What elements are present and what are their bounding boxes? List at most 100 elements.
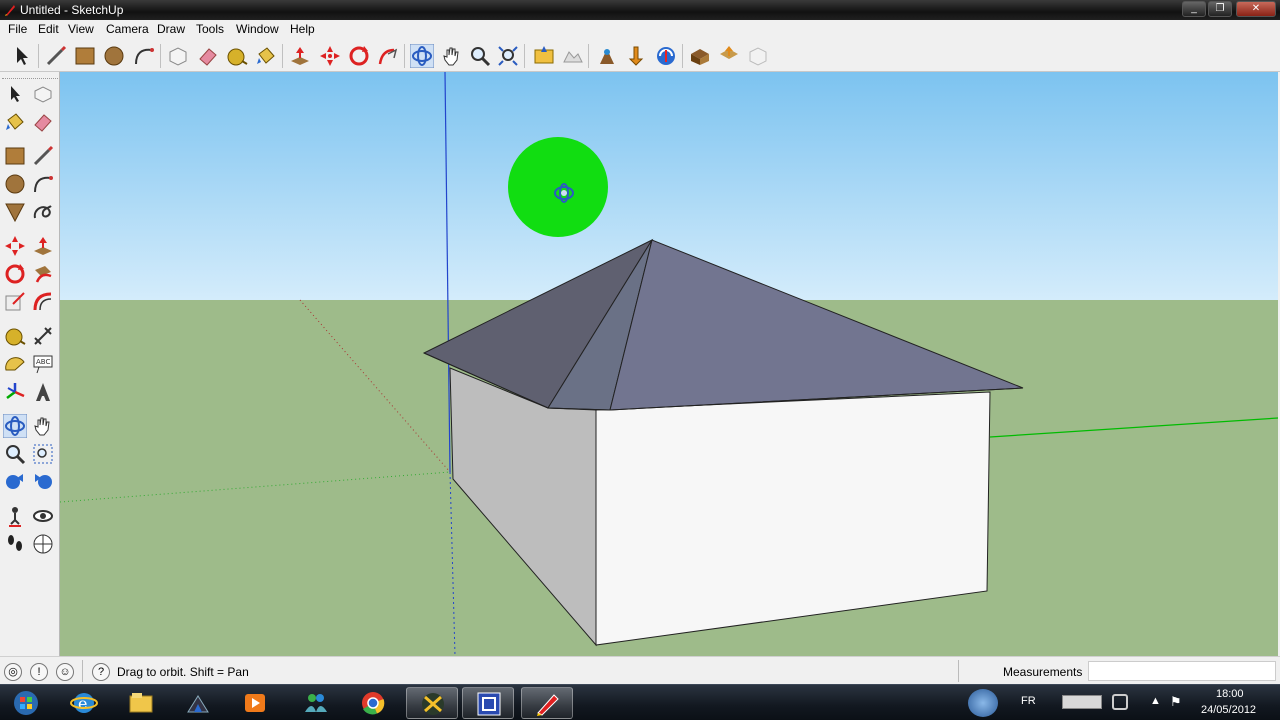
line-tool-icon[interactable] [31, 144, 55, 168]
get-models-icon[interactable] [624, 44, 648, 68]
move-tool-icon[interactable] [318, 44, 342, 68]
pan-tool-icon[interactable] [440, 44, 464, 68]
maximize-button[interactable]: ❐ [1208, 1, 1232, 17]
network-flag-icon[interactable]: ⚑ [1170, 694, 1182, 710]
make-component-icon[interactable] [166, 44, 190, 68]
zoom-tool-icon[interactable] [468, 44, 492, 68]
toggle-terrain-icon[interactable] [561, 44, 585, 68]
zoom-extents-icon[interactable] [31, 470, 55, 494]
circle-tool-icon[interactable] [102, 44, 126, 68]
push-pull-icon[interactable] [31, 234, 55, 258]
zoom-tool-icon[interactable] [3, 442, 27, 466]
measurements-input[interactable] [1088, 661, 1276, 681]
menu-help[interactable]: Help [290, 22, 315, 36]
keyboard-icon[interactable] [1062, 695, 1102, 709]
tape-measure-icon[interactable] [225, 44, 249, 68]
language-bar-icon[interactable] [968, 689, 998, 717]
language-indicator[interactable]: FR [1021, 695, 1036, 707]
arc-tool-icon[interactable] [31, 172, 55, 196]
minimize-button[interactable]: _ [1182, 1, 1206, 17]
sketchup-taskbar-icon[interactable] [521, 687, 573, 719]
preview-google-earth-icon[interactable] [595, 44, 619, 68]
svg-text:e: e [78, 694, 87, 713]
component-upload-icon[interactable] [688, 44, 712, 68]
menu-bar: File Edit View Camera Draw Tools Window … [0, 20, 1280, 40]
close-button[interactable]: ✕ [1236, 1, 1276, 17]
orbit-tool-icon[interactable] [410, 44, 434, 68]
polygon-tool-icon[interactable] [3, 200, 27, 224]
menu-window[interactable]: Window [236, 22, 279, 36]
eraser-tool-icon[interactable] [196, 44, 220, 68]
zoom-extents-icon[interactable] [496, 44, 520, 68]
component-settings-icon[interactable] [746, 44, 770, 68]
tape-measure-icon[interactable] [3, 324, 27, 348]
status-bar: ◎ ! ☺ ? Drag to orbit. Shift = Pan Measu… [0, 656, 1280, 684]
user-status-icon[interactable]: ☺ [56, 663, 74, 681]
rectangle-tool-icon[interactable] [3, 144, 27, 168]
protractor-tool-icon[interactable] [3, 352, 27, 376]
offset-tool-icon[interactable] [31, 290, 55, 314]
text-tool-icon[interactable]: ABC [31, 352, 55, 376]
share-component-icon[interactable] [717, 44, 741, 68]
media-player-icon[interactable] [229, 687, 281, 719]
section-plane-icon[interactable] [31, 532, 55, 556]
eraser-tool-icon[interactable] [31, 110, 55, 134]
menu-file[interactable]: File [8, 22, 27, 36]
chrome-icon[interactable] [347, 687, 399, 719]
scene-canvas[interactable] [60, 72, 1278, 656]
look-around-icon[interactable] [31, 504, 55, 528]
dimensions-tool-icon[interactable] [31, 324, 55, 348]
zoom-window-icon[interactable] [31, 442, 55, 466]
position-camera-icon[interactable] [3, 504, 27, 528]
share-model-icon[interactable] [654, 44, 678, 68]
taskbar-app-3-icon[interactable] [172, 687, 224, 719]
rotate-tool-icon[interactable] [347, 44, 371, 68]
action-center-icon[interactable] [1112, 694, 1128, 710]
orbit-tool-icon[interactable] [3, 414, 27, 438]
follow-me-icon[interactable] [31, 262, 55, 286]
rotate-tool-icon[interactable] [3, 262, 27, 286]
menu-tools[interactable]: Tools [196, 22, 224, 36]
move-tool-icon[interactable] [3, 234, 27, 258]
internet-explorer-icon[interactable]: e [58, 687, 110, 719]
circle-tool-icon[interactable] [3, 172, 27, 196]
3d-text-tool-icon[interactable] [31, 380, 55, 404]
show-hidden-icons-icon[interactable]: ▲ [1150, 695, 1161, 707]
make-component-icon[interactable] [31, 82, 55, 106]
axes-tool-icon[interactable] [3, 380, 27, 404]
clock-date[interactable]: 24/05/2012 [1201, 704, 1256, 716]
freehand-tool-icon[interactable] [31, 200, 55, 224]
status-hint: Drag to orbit. Shift = Pan [117, 665, 249, 679]
messenger-icon[interactable] [290, 687, 342, 719]
clock-time[interactable]: 18:00 [1216, 688, 1244, 700]
select-tool-icon[interactable] [10, 44, 34, 68]
taskbar-app-8-icon[interactable] [462, 687, 514, 719]
taskbar-app-7-icon[interactable] [406, 687, 458, 719]
select-tool-icon[interactable] [3, 82, 27, 106]
rectangle-tool-icon[interactable] [73, 44, 97, 68]
menu-edit[interactable]: Edit [38, 22, 59, 36]
credits-icon[interactable]: ! [30, 663, 48, 681]
follow-me-icon[interactable] [376, 44, 400, 68]
line-tool-icon[interactable] [44, 44, 68, 68]
paint-bucket-icon[interactable] [254, 44, 278, 68]
paint-bucket-icon[interactable] [3, 110, 27, 134]
svg-text:ABC: ABC [36, 358, 50, 366]
previous-view-icon[interactable] [3, 470, 27, 494]
help-icon[interactable]: ? [92, 663, 110, 681]
menu-view[interactable]: View [68, 22, 94, 36]
window-title: Untitled - SketchUp [20, 3, 124, 17]
scale-tool-icon[interactable] [3, 290, 27, 314]
menu-camera[interactable]: Camera [106, 22, 149, 36]
add-location-icon[interactable] [532, 44, 556, 68]
geolocation-icon[interactable]: ◎ [4, 663, 22, 681]
pan-tool-icon[interactable] [31, 414, 55, 438]
file-explorer-icon[interactable] [115, 687, 167, 719]
start-button[interactable] [2, 687, 50, 719]
arc-tool-icon[interactable] [132, 44, 156, 68]
push-pull-icon[interactable] [288, 44, 312, 68]
menu-draw[interactable]: Draw [157, 22, 185, 36]
main-toolbar [0, 40, 1280, 72]
modeling-viewport[interactable] [60, 72, 1278, 656]
walk-tool-icon[interactable] [3, 532, 27, 556]
